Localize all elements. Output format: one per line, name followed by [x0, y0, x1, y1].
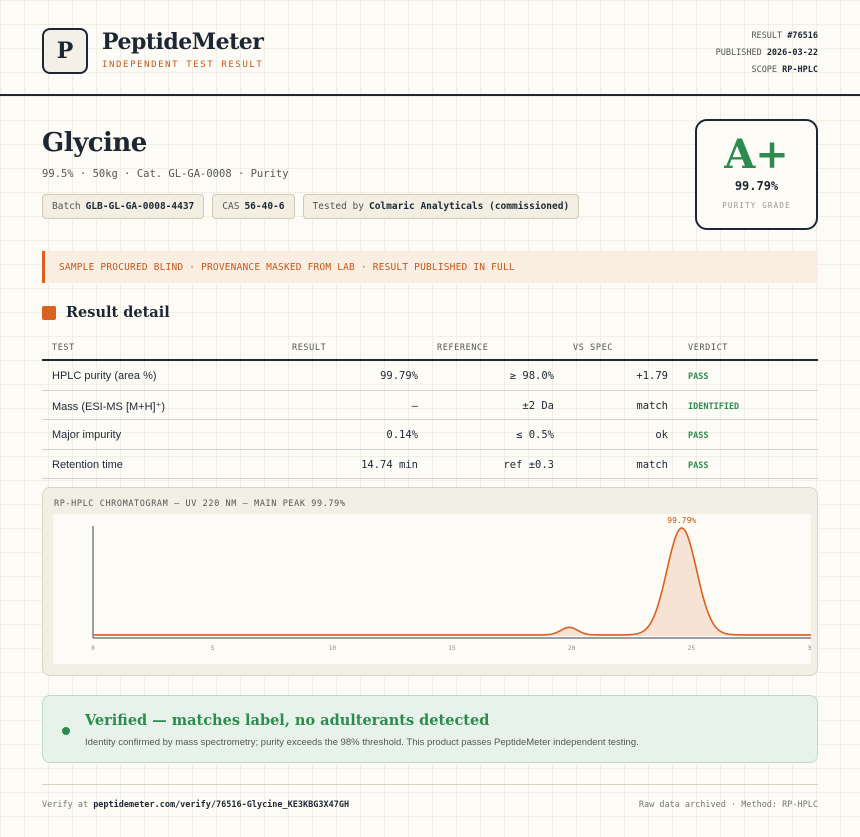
x-tick-label: 15 — [448, 645, 456, 652]
cell-verdict: IDENTIFIED — [688, 401, 740, 412]
result-meta: RESULT #76516 PUBLISHED 2026-03-22 SCOPE… — [716, 28, 818, 79]
cell-result: 0.14% — [386, 429, 418, 441]
meta-published-label: PUBLISHED — [715, 48, 762, 58]
verified-title: Verified — matches label, no adulterants… — [85, 712, 490, 729]
col-reference: REFERENCE — [437, 343, 489, 353]
section-marker — [42, 305, 56, 320]
footer-divider — [42, 784, 818, 785]
footer-method: Raw data archived · Method: RP-HPLC — [638, 800, 818, 810]
tested-value: Colmaric Analyticals (commissioned) — [368, 201, 570, 212]
batch-chip: Batch GLB-GL-GA-0008-4437 — [42, 194, 205, 219]
table-row: Retention time 14.74 min ref ±0.3 match … — [42, 450, 818, 479]
verified-text: Identity confirmed by mass spectrometry;… — [85, 737, 639, 748]
grade-value: 99.79% — [734, 179, 779, 193]
table-row: HPLC purity (area %) 99.79% ≥ 98.0% +1.7… — [42, 361, 818, 391]
product-chips: Batch GLB-GL-GA-0008-4437 CAS 56-40-6 Test… — [42, 194, 580, 219]
cell-result: — — [411, 399, 418, 412]
tested-label: Tested by — [312, 201, 364, 212]
cell-test: Mass (ESI-MS [M+H]⁺) — [52, 400, 166, 413]
result-detail-heading: Result detail — [42, 304, 170, 321]
col-result: RESULT — [292, 343, 327, 353]
verified-dot-icon — [62, 727, 70, 735]
x-tick-label: 5 — [211, 645, 215, 652]
cell-result: 14.74 min — [361, 458, 418, 471]
chart-title: RP-HPLC CHROMATOGRAM — UV 220 NM — MAIN … — [54, 499, 346, 509]
cell-reference: ≤ 0.5% — [516, 429, 554, 441]
meta-result: RESULT #76516 — [716, 28, 818, 45]
grade-label: PURITY GRADE — [722, 201, 791, 210]
grade-letter: A+ — [724, 131, 789, 178]
cell-vs-spec: +1.79 — [636, 370, 668, 382]
table-row: Mass (ESI-MS [M+H]⁺) — ±2 Da match IDENT… — [42, 391, 818, 420]
verify-footer: Verify at peptidemeter.com/verify/76516-… — [42, 800, 349, 810]
cell-result: 99.79% — [380, 370, 418, 382]
tested-by-chip: Tested by Colmaric Analyticals (commissio… — [302, 194, 580, 219]
cas-value: 56-40-6 — [244, 201, 285, 212]
batch-label: Batch — [52, 201, 81, 212]
product-title: Glycine — [42, 128, 147, 158]
product-subtitle: 99.5% · 50kg · Cat. GL-GA-0008 · Purity — [42, 168, 289, 180]
meta-scope: SCOPE RP-HPLC — [716, 62, 818, 79]
cell-test: HPLC purity (area %) — [52, 370, 157, 382]
x-tick-label: 0 — [91, 645, 95, 652]
brand-logo: P — [42, 28, 88, 74]
cell-vs-spec: match — [636, 399, 668, 412]
cell-test: Retention time — [52, 458, 123, 471]
meta-published-value: 2026-03-22 — [766, 48, 818, 58]
cell-verdict: PASS — [688, 431, 709, 441]
x-tick-label: 20 — [568, 645, 576, 652]
cell-reference: ≥ 98.0% — [509, 370, 554, 382]
procurement-banner: SAMPLE PROCURED BLIND · PROVENANCE MASKE… — [42, 251, 818, 283]
table-header: TEST RESULT REFERENCE VS SPEC VERDICT — [42, 337, 818, 361]
col-test: TEST — [52, 343, 75, 353]
meta-result-value: #76516 — [787, 31, 818, 41]
cell-reference: ref ±0.3 — [503, 458, 554, 471]
verify-label: Verify at — [42, 800, 89, 810]
meta-scope-value: RP-HPLC — [782, 65, 818, 75]
section-title: Result detail — [66, 304, 170, 321]
cell-verdict: PASS — [688, 372, 709, 382]
brand-tagline: INDEPENDENT TEST RESULT — [102, 60, 264, 70]
table-row: Major impurity 0.14% ≤ 0.5% ok PASS — [42, 420, 818, 450]
peak-label: 99.79% — [667, 516, 696, 525]
report-header: P PeptideMeter INDEPENDENT TEST RESULT R… — [0, 0, 860, 96]
col-verdict: VERDICT — [688, 343, 729, 353]
x-tick-label: 10 — [329, 645, 337, 652]
x-tick-label: min — [810, 645, 811, 652]
col-vs-spec: VS SPEC — [573, 343, 614, 353]
meta-result-label: RESULT — [751, 31, 783, 41]
batch-value: GLB-GL-GA-0008-4437 — [85, 201, 195, 212]
chromatogram-chart: 99.79%051015202530min — [53, 514, 811, 664]
cell-test: Major impurity — [52, 429, 122, 441]
x-tick-label: 25 — [688, 645, 696, 652]
result-table: TEST RESULT REFERENCE VS SPEC VERDICT HP… — [42, 337, 818, 479]
cell-verdict: PASS — [688, 460, 709, 471]
cell-reference: ±2 Da — [522, 399, 554, 412]
brand-name: PeptideMeter — [102, 29, 264, 55]
meta-scope-label: SCOPE — [751, 65, 778, 75]
chromatogram-card: RP-HPLC CHROMATOGRAM — UV 220 NM — MAIN … — [42, 487, 818, 676]
cas-label: CAS — [222, 201, 240, 212]
verify-link[interactable]: peptidemeter.com/verify/76516-Glycine_KE… — [93, 800, 349, 810]
cell-vs-spec: ok — [655, 429, 668, 441]
verified-panel: Verified — matches label, no adulterants… — [42, 695, 818, 763]
cas-chip: CAS 56-40-6 — [212, 194, 295, 219]
purity-grade-card: A+ 99.79% PURITY GRADE — [695, 119, 818, 230]
cell-vs-spec: match — [636, 458, 668, 471]
meta-published: PUBLISHED 2026-03-22 — [716, 45, 818, 62]
